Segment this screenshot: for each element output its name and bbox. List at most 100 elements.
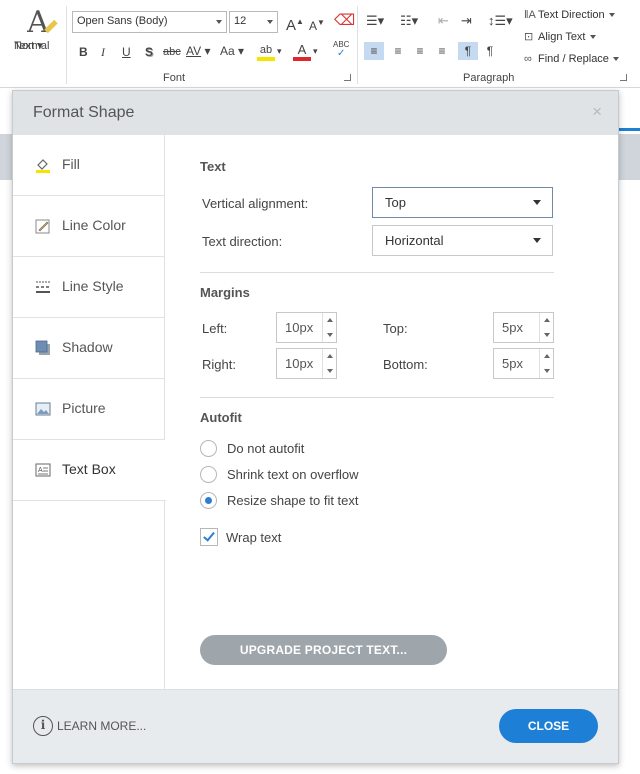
close-button[interactable]: CLOSE [499,709,598,743]
grow-font-button[interactable]: A▲ [286,13,304,34]
sidebar-item-label: Line Style [62,278,124,294]
margin-bottom-value: 5px [502,356,523,371]
spell-check-button[interactable]: ABC ✓ [333,40,349,59]
chevron-up-icon[interactable] [544,354,550,358]
text-direction-button[interactable]: ‖A Text Direction [524,6,615,24]
chevron-down-icon[interactable] [327,369,333,373]
chevron-down-icon [216,20,222,24]
sidebar-item-line-style[interactable]: Line Style [13,257,165,318]
normal-text-label-line2: Text ▾ [14,40,43,52]
ltr-direction-icon[interactable]: ¶ [458,42,478,60]
wrap-text-label: Wrap text [226,530,282,545]
decrease-indent-icon[interactable]: ⇤ [438,12,449,30]
line-spacing-icon[interactable]: ↕☰▾ [488,12,513,30]
vertical-alignment-select[interactable]: Top [372,187,553,218]
format-shape-dialog: Format Shape × Fill Line Color Line Styl… [12,90,619,764]
chevron-down-icon [533,238,541,243]
chevron-up-icon[interactable] [544,318,550,322]
align-text-button[interactable]: ⊡ Align Text [524,28,596,46]
radio-button[interactable] [200,466,217,483]
margin-left-value: 10px [285,320,314,335]
ribbon-toolbar: A Normal Text ▾ Open Sans (Body) 12 A▲ A… [0,0,640,88]
stepper-arrows[interactable] [322,313,336,342]
margin-top-stepper[interactable]: 5px [493,312,554,343]
background-canvas-strip [619,134,640,180]
text-section-title: Text [200,159,226,174]
margins-section-title: Margins [200,285,250,300]
shrink-font-button[interactable]: A▼ [309,14,325,33]
margin-bottom-stepper[interactable]: 5px [493,348,554,379]
clear-format-icon[interactable]: ⌫ [334,12,355,30]
text-direction-value: Horizontal [385,233,444,248]
font-color-button[interactable]: A [293,41,311,61]
font-group-label: Font [163,72,186,84]
sidebar-item-label: Picture [62,400,106,416]
chevron-down-icon[interactable]: ▾ [277,42,282,60]
italic-button[interactable]: I [101,43,105,61]
margin-left-stepper[interactable]: 10px [276,312,337,343]
align-left-icon[interactable]: ≡ [364,42,384,60]
change-case-button[interactable]: Aa ▾ [220,42,244,60]
chevron-down-icon[interactable] [327,333,333,337]
info-icon: i [33,716,53,736]
increase-indent-icon[interactable]: ⇥ [461,12,472,30]
stepper-arrows[interactable] [539,349,553,378]
line-style-icon [36,281,50,293]
text-direction-select[interactable]: Horizontal [372,225,553,256]
wrap-text-checkbox[interactable] [200,528,218,546]
radio-button[interactable] [200,440,217,457]
radio-label: Shrink text on overflow [227,467,359,482]
rtl-direction-icon[interactable]: ¶ [480,42,500,60]
chevron-up-icon[interactable] [327,318,333,322]
stepper-arrows[interactable] [322,349,336,378]
sidebar-item-line-color[interactable]: Line Color [13,196,165,257]
bullets-icon[interactable]: ☰▾ [366,12,384,30]
font-family-select[interactable]: Open Sans (Body) [72,11,227,33]
font-size-select[interactable]: 12 [229,11,278,33]
align-right-icon[interactable]: ≡ [410,42,430,60]
close-icon[interactable]: × [592,102,602,122]
chevron-down-icon[interactable] [544,369,550,373]
margin-bottom-label: Bottom: [383,357,428,372]
find-replace-button[interactable]: ∞ Find / Replace [524,50,619,68]
chevron-down-icon[interactable] [544,333,550,337]
divider [200,397,554,398]
format-sidebar: Fill Line Color Line Style Shadow Pictur… [13,135,166,689]
stepper-arrows[interactable] [539,313,553,342]
radio-button-selected[interactable] [200,492,217,509]
chevron-up-icon[interactable] [327,354,333,358]
vertical-alignment-label: Vertical alignment: [202,196,309,211]
highlight-button[interactable]: ab [257,41,275,61]
text-shadow-button[interactable]: S [145,43,153,61]
numbering-icon[interactable]: ☷▾ [400,12,418,30]
vertical-alignment-value: Top [385,195,406,210]
margin-top-value: 5px [502,320,523,335]
margin-top-label: Top: [383,321,408,336]
font-family-value: Open Sans (Body) [77,15,168,27]
paragraph-group-label: Paragraph [463,72,515,84]
ribbon-separator [66,6,67,84]
sidebar-item-fill[interactable]: Fill [13,135,165,196]
strikethrough-button[interactable]: abc [163,43,181,61]
background-accent-line [619,128,640,131]
underline-button[interactable]: U [122,43,131,61]
paragraph-dialog-launcher-icon[interactable] [620,74,627,81]
upgrade-project-text-button[interactable]: UPGRADE PROJECT TEXT... [200,635,447,665]
bold-button[interactable]: B [79,43,88,61]
svg-text:A: A [38,467,43,474]
sidebar-item-picture[interactable]: Picture [13,379,165,440]
chevron-down-icon[interactable]: ▾ [313,42,318,60]
margin-right-stepper[interactable]: 10px [276,348,337,379]
font-size-value: 12 [234,15,247,27]
divider [200,272,554,273]
learn-more-label: LEARN MORE... [57,719,147,733]
character-spacing-button[interactable]: AV ▾ [186,42,210,60]
align-center-icon[interactable]: ≡ [388,42,408,60]
normal-text-style-button[interactable]: A Normal Text ▾ [14,6,62,52]
sidebar-item-text-box[interactable]: A Text Box [13,440,166,501]
margin-left-label: Left: [202,321,228,336]
justify-icon[interactable]: ≡ [432,42,452,60]
dialog-header: Format Shape × [13,91,618,135]
sidebar-item-shadow[interactable]: Shadow [13,318,165,379]
font-dialog-launcher-icon[interactable] [344,74,351,81]
